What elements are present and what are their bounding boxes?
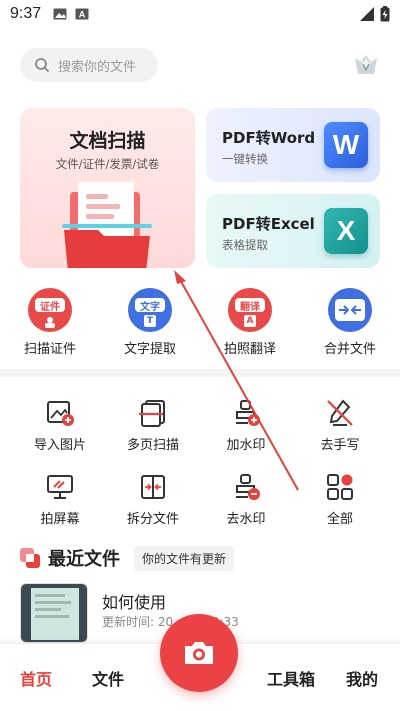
status-time: 9:37 [10,5,42,22]
a-notification-icon: A [75,8,89,20]
tool-label: 去水印 [226,512,266,527]
pdf-to-word-card[interactable]: PDF转Word 一键转换 W [206,108,380,182]
multi-page-scan-icon [139,400,165,427]
all-tools-icon [327,474,353,500]
feature-merge-files[interactable]: 合并文件 [310,288,390,357]
tool-label: 拆分文件 [126,512,179,527]
document-folder-icon [62,182,152,268]
text-extract-icon: 文字 T [128,288,172,332]
camera-button[interactable] [160,614,238,692]
tool-remove-handwriting[interactable]: 去手写 [290,398,390,453]
recent-files-icon [20,548,40,568]
id-card-scan-icon: 证件 [28,288,72,332]
recent-files-title: 最近文件 [48,549,120,570]
file-name: 如何使用 [102,593,167,612]
tool-multi-page-scan[interactable]: 多页扫描 [103,398,203,453]
image-notification-icon [53,8,67,20]
feature-row: 证件 扫描证件 文字 T 文字提取 翻译 A 拍照翻译 合并文件 [0,288,400,358]
tool-split-file[interactable]: 拆分文件 [103,472,203,527]
search-input[interactable]: 搜索你的文件 [20,48,158,82]
screen-capture-icon [47,475,73,499]
nav-mine[interactable]: 我的 [346,666,378,690]
recent-files-header: 最近文件 你的文件有更新 [20,545,235,571]
feature-label: 文字提取 [123,342,176,357]
camera-icon [185,642,213,664]
feature-id-scan[interactable]: 证件 扫描证件 [10,288,90,357]
search-placeholder: 搜索你的文件 [58,59,137,75]
vip-crown-icon[interactable] [352,51,380,79]
battery-charging-icon [380,6,390,22]
tool-remove-watermark[interactable]: 去水印 [196,472,296,527]
tool-label: 拍屏幕 [40,512,80,527]
status-bar: 9:37 A [0,0,400,28]
feature-label: 拍照翻译 [223,342,276,357]
tool-label: 导入图片 [33,438,86,453]
photo-translate-icon: 翻译 A [228,288,272,332]
feature-label: 合并文件 [323,342,376,357]
tool-label: 加水印 [226,438,266,453]
nav-toolbox[interactable]: 工具箱 [267,666,315,690]
feature-label: 扫描证件 [23,342,76,357]
pdf-to-excel-card[interactable]: PDF转Excel 表格提取 X [206,194,380,268]
tool-import-image[interactable]: 导入图片 [10,398,110,453]
signal-icon [360,7,374,21]
import-image-icon [47,401,74,426]
search-icon [35,58,49,72]
svg-text:A: A [79,10,86,20]
section-divider [0,369,400,377]
word-logo-icon: W [324,122,368,168]
document-scan-card[interactable]: 文档扫描 文件/证件/发票/试卷 [20,108,195,268]
tool-all[interactable]: 全部 [290,472,390,527]
file-thumbnail [20,583,88,643]
tool-screen-capture[interactable]: 拍屏幕 [10,472,110,527]
split-file-icon [141,475,165,499]
add-watermark-icon [236,400,260,426]
pdf-word-subtitle: 一键转换 [222,152,268,166]
feature-photo-translate[interactable]: 翻译 A 拍照翻译 [210,288,290,357]
merge-files-icon [328,288,372,332]
pdf-word-title: PDF转Word [222,129,316,147]
scan-card-title: 文档扫描 [69,130,146,152]
tool-add-watermark[interactable]: 加水印 [196,398,296,453]
remove-handwriting-icon [327,399,353,426]
scan-card-subtitle: 文件/证件/发票/试卷 [55,157,160,171]
excel-logo-icon: X [324,208,368,254]
remove-watermark-icon [236,474,260,500]
nav-files[interactable]: 文件 [92,666,124,690]
pdf-excel-title: PDF转Excel [222,215,315,233]
tool-label: 全部 [326,512,353,527]
update-badge[interactable]: 你的文件有更新 [134,545,235,571]
nav-home[interactable]: 首页 [20,666,52,690]
pdf-excel-subtitle: 表格提取 [222,238,268,252]
feature-text-extract[interactable]: 文字 T 文字提取 [110,288,190,357]
tool-label: 去手写 [320,438,360,453]
tool-label: 多页扫描 [126,438,179,453]
